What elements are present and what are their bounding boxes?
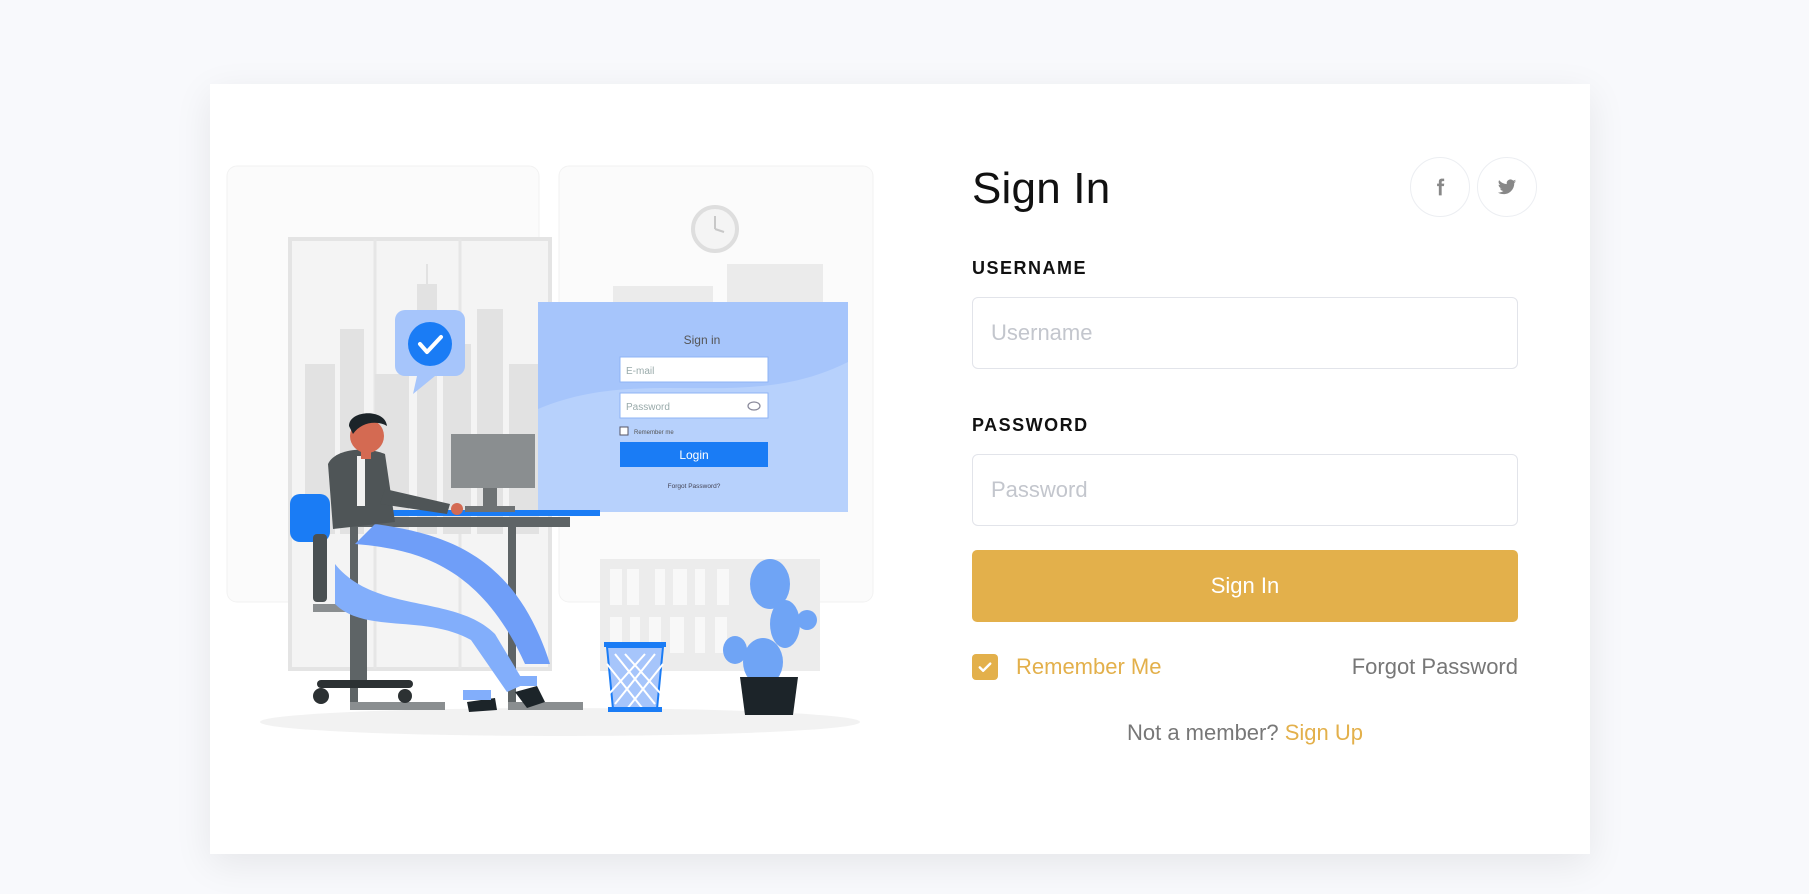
illustration-window-title: Sign in — [684, 333, 721, 347]
illustration-forgot-text: Forgot Password? — [668, 483, 721, 490]
checkbox-box[interactable] — [972, 654, 998, 680]
signin-button[interactable]: Sign In — [972, 550, 1518, 622]
password-input[interactable] — [972, 454, 1518, 526]
login-illustration: Sign in E-mail Password Remember me Logi… — [225, 164, 885, 744]
illustration-remember-text: Remember me — [634, 430, 674, 436]
twitter-button[interactable] — [1477, 157, 1537, 217]
page-title: Sign In — [972, 164, 1111, 213]
options-row: Remember Me Forgot Password — [972, 654, 1518, 700]
username-input[interactable] — [972, 297, 1518, 369]
facebook-button[interactable] — [1410, 157, 1470, 217]
signup-prompt: Not a member? — [1126, 720, 1279, 745]
password-label: PASSWORD — [972, 415, 1089, 435]
field-gap — [972, 369, 1518, 415]
illustration-email-field: E-mail — [626, 366, 654, 377]
signup-row: Not a member? Sign Up — [972, 720, 1518, 746]
heading-row: Sign In — [972, 154, 1537, 258]
facebook-icon — [1437, 178, 1445, 196]
login-card: Sign in E-mail Password Remember me Logi… — [210, 84, 1590, 854]
remember-me-checkbox[interactable]: Remember Me — [972, 654, 1161, 680]
signin-form: Sign In USERNAME PASSWORD Sign In — [972, 154, 1537, 746]
checkmark-icon — [978, 662, 992, 672]
twitter-icon — [1497, 179, 1517, 195]
forgot-password-link[interactable]: Forgot Password — [1352, 654, 1518, 680]
check-icon — [408, 322, 452, 366]
username-label: USERNAME — [972, 258, 1088, 278]
illustration-password-field: Password — [626, 402, 670, 413]
illustration-svg: Sign in E-mail Password Remember me Logi… — [226, 165, 874, 736]
illustration-login-button: Login — [679, 448, 708, 462]
signup-link[interactable]: Sign Up — [1285, 720, 1363, 745]
remember-me-label[interactable]: Remember Me — [1016, 654, 1161, 680]
